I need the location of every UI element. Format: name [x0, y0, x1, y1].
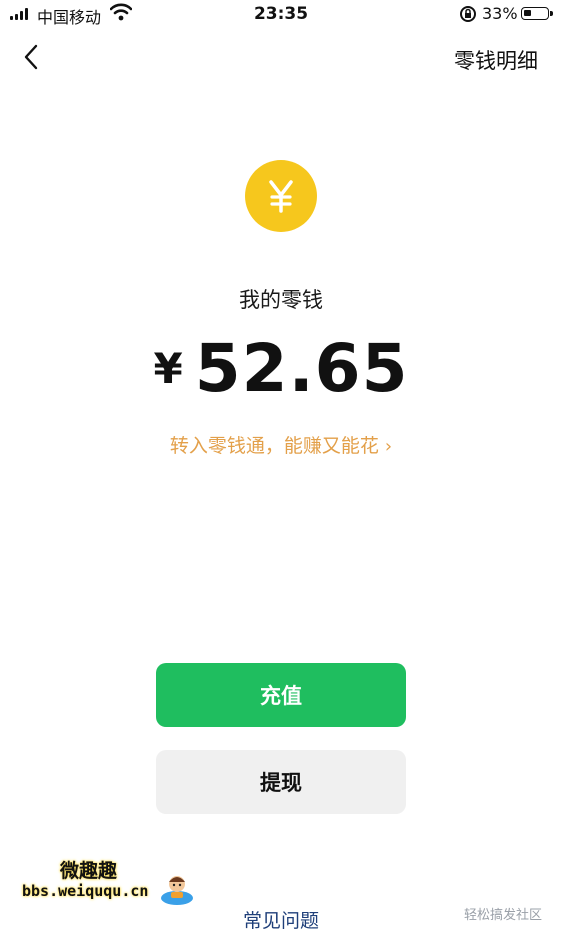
watermark-url: bbs.weiququ.cn [22, 882, 149, 900]
promo-link[interactable]: 转入零钱通，能赚又能花 › [0, 431, 562, 458]
chevron-left-icon [24, 44, 38, 70]
rotation-lock-icon [459, 4, 477, 28]
watermark-logo: 微趣趣 bbs.weiququ.cn [22, 856, 212, 916]
watermark-community: 轻松搞发社区 [463, 908, 542, 923]
balance-value: 52.65 [194, 330, 409, 407]
status-time: 23:35 [253, 4, 309, 24]
battery-percent: 33% [482, 4, 518, 23]
currency-symbol: ¥ [153, 344, 183, 393]
mascot-icon [161, 876, 193, 905]
yen-coin-icon [245, 160, 317, 232]
back-button[interactable] [16, 40, 46, 74]
withdraw-button[interactable]: 提现 [156, 750, 406, 814]
battery-cap [550, 11, 553, 16]
status-bar: 中国移动 23:35 33% [0, 0, 562, 30]
watermark-title: 微趣趣 [60, 860, 118, 882]
recharge-button[interactable]: 充值 [156, 663, 406, 727]
balance-amount: ¥52.65 [0, 330, 562, 407]
battery-icon [521, 7, 549, 20]
change-details-link[interactable]: 零钱明细 [454, 45, 538, 75]
wallet-label: 我的零钱 [239, 288, 323, 312]
chevron-right-icon: › [384, 436, 393, 457]
promo-text: 转入零钱通，能赚又能花 [169, 435, 379, 457]
